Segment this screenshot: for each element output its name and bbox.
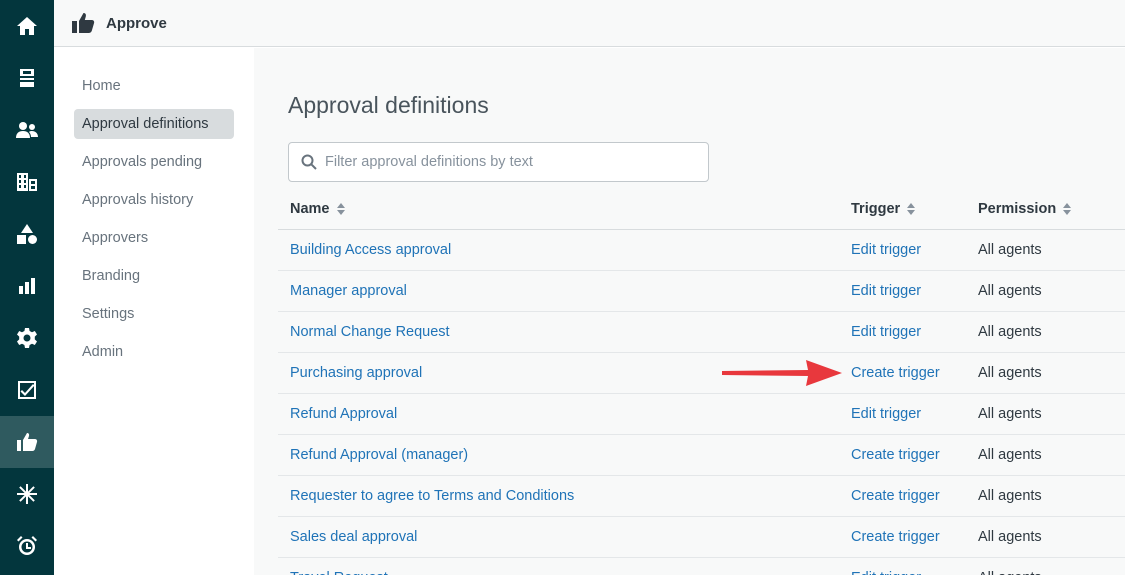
red-arrow-annotation [722,360,842,386]
trigger-link[interactable]: Create trigger [851,517,940,557]
admin-gear-icon [17,328,37,348]
subnav-item-home[interactable]: Home [74,71,234,101]
table-row: Refund Approval (manager) Create trigger… [278,435,1125,476]
definitions-table: Name Trigger Permission Building Access … [278,188,1125,575]
table-row: Travel Request Edit trigger All agents [278,558,1125,575]
approve-thumb-icon [17,433,38,451]
subnav-item-admin[interactable]: Admin [74,337,234,367]
customers-icon [16,122,38,138]
column-header-trigger[interactable]: Trigger [851,188,916,230]
permission-value: All agents [978,324,1042,340]
shapes-icon [17,224,37,244]
rail-tasks[interactable] [0,364,54,416]
column-label-name: Name [290,201,330,217]
secondary-nav: Home Approval definitions Approvals pend… [54,48,254,575]
definition-name-link[interactable]: Building Access approval [290,230,451,270]
rail-alarm[interactable] [0,520,54,572]
reporting-icon [19,278,35,294]
rail-views[interactable] [0,52,54,104]
rail-shapes[interactable] [0,208,54,260]
search-input[interactable] [325,154,695,170]
definition-name-link[interactable]: Manager approval [290,271,407,311]
table-row: Manager approval Edit trigger All agents [278,271,1125,312]
app-header: Approve [54,0,1125,47]
permission-value: All agents [978,529,1042,545]
table-row: Sales deal approval Create trigger All a… [278,517,1125,558]
permission-value: All agents [978,283,1042,299]
checkbox-icon [18,381,36,399]
table-row: Refund Approval Edit trigger All agents [278,394,1125,435]
rail-apps[interactable] [0,468,54,520]
table-header: Name Trigger Permission [278,188,1125,230]
views-icon [20,69,34,87]
trigger-link[interactable]: Edit trigger [851,312,921,352]
definition-name-link[interactable]: Sales deal approval [290,517,417,557]
rail-admin[interactable] [0,312,54,364]
permission-value: All agents [978,406,1042,422]
trigger-link[interactable]: Create trigger [851,435,940,475]
permission-value: All agents [978,447,1042,463]
subnav-item-settings[interactable]: Settings [74,299,234,329]
page-title: Approval definitions [288,92,489,118]
trigger-link[interactable]: Edit trigger [851,271,921,311]
table-row: Building Access approval Edit trigger Al… [278,230,1125,271]
subnav-item-approvals-history[interactable]: Approvals history [74,185,234,215]
definition-name-link[interactable]: Travel Request [290,558,388,575]
column-header-permission[interactable]: Permission [978,188,1072,230]
column-header-name[interactable]: Name [290,188,346,230]
rail-reporting[interactable] [0,260,54,312]
table-row: Normal Change Request Edit trigger All a… [278,312,1125,353]
column-label-trigger: Trigger [851,201,901,217]
alarm-clock-icon [17,536,37,555]
subnav-item-approvers[interactable]: Approvers [74,223,234,253]
trigger-link[interactable]: Create trigger [851,476,940,516]
app-rail [0,0,54,575]
home-icon [17,17,37,35]
search-box[interactable] [288,142,709,182]
rail-home[interactable] [0,0,54,52]
trigger-link[interactable]: Edit trigger [851,394,921,434]
sort-icon [906,202,916,216]
permission-value: All agents [978,558,1042,575]
asterisk-icon [17,484,37,504]
rail-approve[interactable] [0,416,54,468]
subnav-item-branding[interactable]: Branding [74,261,234,291]
sort-icon [336,202,346,216]
definition-name-link[interactable]: Purchasing approval [290,353,422,393]
definition-name-link[interactable]: Normal Change Request [290,312,450,352]
definition-name-link[interactable]: Refund Approval (manager) [290,435,468,475]
permission-value: All agents [978,242,1042,258]
header-logo [70,11,96,35]
column-label-permission: Permission [978,201,1057,217]
search-icon [301,154,317,170]
create-trigger-link[interactable]: Create trigger [851,353,940,393]
subnav-item-approvals-pending[interactable]: Approvals pending [74,147,234,177]
main-content: Approval definitions Name Trigger Permis… [254,48,1125,575]
permission-value: All agents [978,488,1042,504]
organizations-icon [17,173,37,191]
rail-customers[interactable] [0,104,54,156]
definition-name-link[interactable]: Refund Approval [290,394,397,434]
app-title: Approve [106,14,167,32]
table-row: Purchasing approval Create trigger All a… [278,353,1125,394]
trigger-link[interactable]: Edit trigger [851,558,921,575]
trigger-link[interactable]: Edit trigger [851,230,921,270]
definition-name-link[interactable]: Requester to agree to Terms and Conditio… [290,476,574,516]
rail-organizations[interactable] [0,156,54,208]
thumbs-up-icon [72,13,95,33]
sort-icon [1062,202,1072,216]
permission-value: All agents [978,365,1042,381]
subnav-item-approval-definitions[interactable]: Approval definitions [74,109,234,139]
table-row: Requester to agree to Terms and Conditio… [278,476,1125,517]
